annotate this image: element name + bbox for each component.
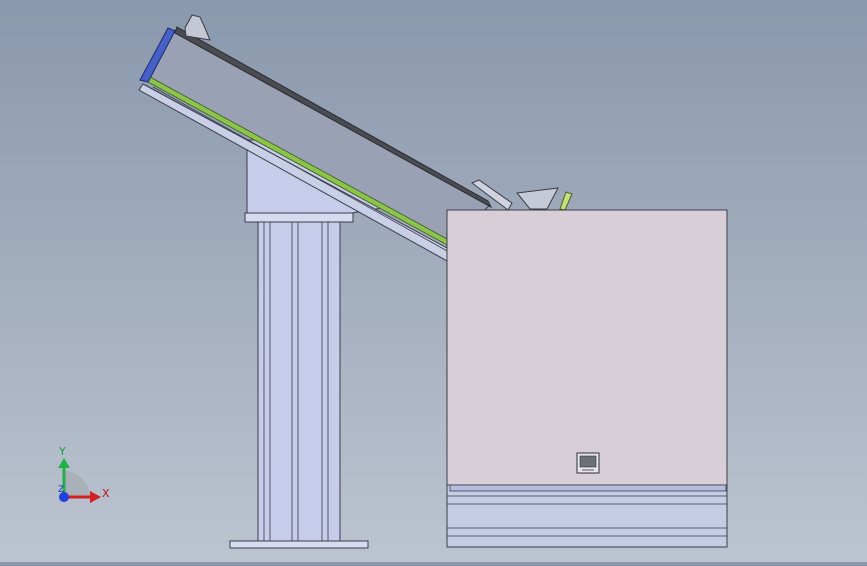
top-end-bracket[interactable] (184, 14, 211, 41)
cabinet-base[interactable] (446, 484, 728, 548)
coordinate-triad: Y X Z (58, 445, 110, 503)
triad-x-label: X (102, 487, 110, 500)
cabinet-body[interactable] (446, 209, 728, 486)
triad-y-label: Y (58, 445, 66, 458)
model-view[interactable]: Y X Z (0, 0, 867, 562)
triad-y-arrow (58, 458, 70, 468)
triad-x-arrow (90, 491, 101, 503)
stand-top-plate[interactable] (244, 212, 354, 223)
display-panel-icon[interactable] (576, 452, 600, 474)
feed-pin[interactable] (559, 191, 573, 211)
discharge-hopper[interactable] (516, 187, 559, 210)
stand-base-plate[interactable] (229, 540, 369, 549)
cabinet-base-lip (449, 484, 727, 492)
machine-cabinet[interactable] (446, 209, 728, 548)
triad-z-label: Z (58, 485, 64, 495)
graphics-viewport[interactable]: Y X Z (0, 0, 867, 562)
triad-rotation-arc (64, 471, 90, 497)
